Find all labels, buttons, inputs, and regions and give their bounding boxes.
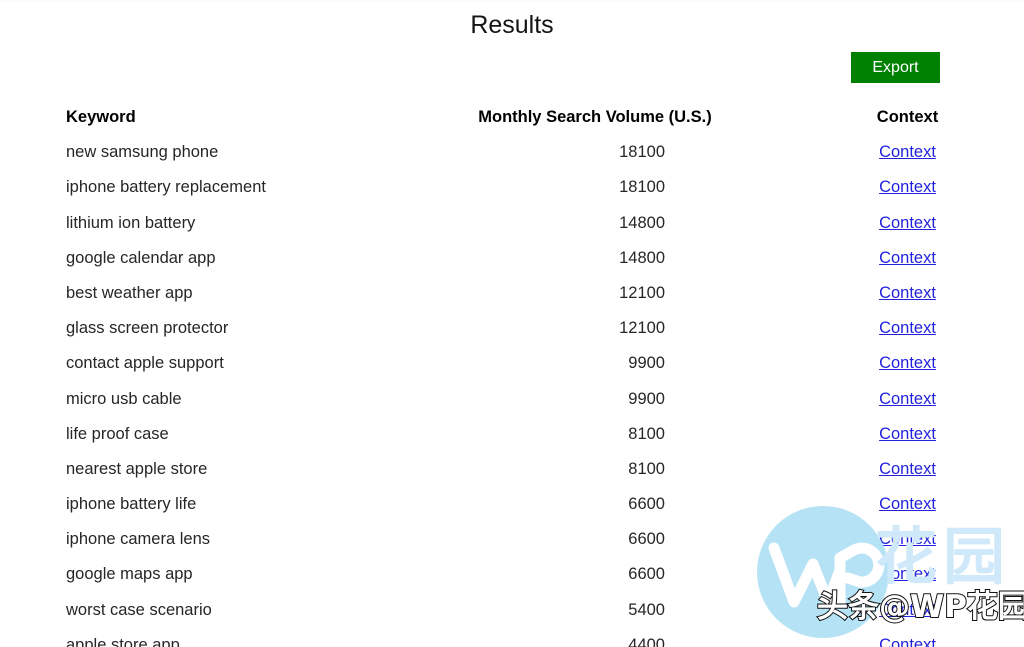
cell-volume: 6600	[628, 565, 665, 584]
cell-context: Context	[845, 178, 970, 197]
context-link[interactable]: Context	[879, 390, 936, 408]
context-link[interactable]: Context	[879, 530, 936, 548]
cell-volume: 9900	[628, 354, 665, 373]
cell-keyword: best weather app	[66, 283, 193, 302]
cell-context: Context	[845, 143, 970, 162]
table-row: iphone battery replacement 18100 Context	[0, 178, 1024, 213]
cell-keyword: apple store app	[66, 635, 180, 647]
cell-context: Context	[845, 214, 970, 233]
cell-keyword: worst case scenario	[66, 600, 212, 619]
cell-keyword: glass screen protector	[66, 319, 229, 338]
cell-volume: 12100	[619, 283, 665, 302]
cell-context: Context	[845, 284, 970, 303]
cell-keyword: new samsung phone	[66, 143, 219, 162]
table-row: iphone battery life 6600 Context	[0, 495, 1024, 530]
cell-volume: 9900	[628, 389, 665, 408]
column-header-keyword: Keyword	[66, 108, 136, 126]
table-row: nearest apple store 8100 Context	[0, 460, 1024, 495]
table-row: life proof case 8100 Context	[0, 425, 1024, 460]
cell-keyword: google maps app	[66, 565, 193, 584]
table-row: google calendar app 14800 Context	[0, 249, 1024, 284]
context-link[interactable]: Context	[879, 460, 936, 478]
context-link[interactable]: Context	[879, 319, 936, 337]
context-link[interactable]: Context	[879, 143, 936, 161]
cell-context: Context	[845, 319, 970, 338]
cell-volume: 14800	[619, 213, 665, 232]
table-row: google maps app 6600 Context	[0, 565, 1024, 600]
table-row: iphone camera lens 6600 Context	[0, 530, 1024, 565]
cell-keyword: contact apple support	[66, 354, 224, 373]
results-table: Keyword Monthly Search Volume (U.S.) Con…	[0, 108, 1024, 647]
cell-volume: 5400	[628, 600, 665, 619]
context-link[interactable]: Context	[879, 284, 936, 302]
cell-context: Context	[845, 495, 970, 514]
context-link[interactable]: Context	[879, 214, 936, 232]
table-row: lithium ion battery 14800 Context	[0, 214, 1024, 249]
results-page: Results Export Keyword Monthly Search Vo…	[0, 0, 1024, 647]
table-row: worst case scenario 5400 Context	[0, 601, 1024, 636]
cell-volume: 6600	[628, 495, 665, 514]
table-header-row: Keyword Monthly Search Volume (U.S.) Con…	[0, 108, 1024, 143]
context-link[interactable]: Context	[879, 425, 936, 443]
cell-keyword: lithium ion battery	[66, 213, 196, 232]
cell-volume: 8100	[628, 424, 665, 443]
cell-keyword: nearest apple store	[66, 459, 208, 478]
cell-context: Context	[845, 565, 970, 584]
context-link[interactable]: Context	[879, 354, 936, 372]
page-title: Results	[470, 11, 554, 39]
cell-volume: 18100	[619, 178, 665, 197]
table-row: new samsung phone 18100 Context	[0, 143, 1024, 178]
cell-volume: 12100	[619, 319, 665, 338]
cell-volume: 18100	[619, 143, 665, 162]
table-row: micro usb cable 9900 Context	[0, 390, 1024, 425]
column-header-volume: Monthly Search Volume (U.S.)	[478, 108, 712, 126]
export-button[interactable]: Export	[851, 52, 940, 83]
cell-keyword: google calendar app	[66, 248, 216, 267]
table-row: apple store app 4400 Context	[0, 636, 1024, 647]
cell-keyword: iphone battery life	[66, 495, 197, 514]
top-strip	[0, 0, 1024, 3]
context-link[interactable]: Context	[879, 636, 936, 647]
table-row: glass screen protector 12100 Context	[0, 319, 1024, 354]
cell-context: Context	[845, 460, 970, 479]
context-link[interactable]: Context	[879, 601, 936, 619]
cell-volume: 14800	[619, 248, 665, 267]
context-link[interactable]: Context	[879, 178, 936, 196]
column-header-context: Context	[876, 108, 939, 126]
context-link[interactable]: Context	[879, 495, 936, 513]
cell-keyword: iphone camera lens	[66, 530, 211, 549]
cell-context: Context	[845, 530, 970, 549]
cell-context: Context	[845, 636, 970, 647]
table-row: best weather app 12100 Context	[0, 284, 1024, 319]
cell-keyword: life proof case	[66, 424, 169, 443]
cell-context: Context	[845, 390, 970, 409]
context-link[interactable]: Context	[879, 565, 936, 583]
cell-volume: 6600	[628, 530, 665, 549]
cell-keyword: micro usb cable	[66, 389, 182, 408]
cell-keyword: iphone battery replacement	[66, 178, 266, 197]
cell-volume: 4400	[628, 635, 665, 647]
cell-context: Context	[845, 354, 970, 373]
table-body: new samsung phone 18100 Context iphone batt…	[0, 143, 1024, 647]
table-row: contact apple support 9900 Context	[0, 354, 1024, 389]
cell-context: Context	[845, 425, 970, 444]
cell-volume: 8100	[628, 459, 665, 478]
context-link[interactable]: Context	[879, 249, 936, 267]
cell-context: Context	[845, 249, 970, 268]
cell-context: Context	[845, 601, 970, 620]
